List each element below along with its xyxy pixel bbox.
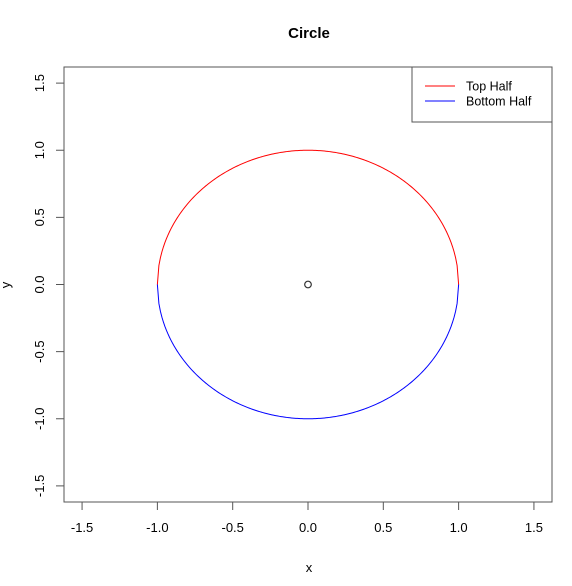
y-tick-label: 1.5 (32, 74, 47, 92)
y-tick-label: 1.0 (32, 141, 47, 159)
x-axis: -1.5 -1.0 -0.5 0.0 0.5 1.0 1.5 (71, 501, 543, 535)
x-tick-label: -1.5 (71, 520, 93, 535)
series-top-half (156, 149, 460, 285)
x-tick-label: 1.5 (525, 520, 543, 535)
legend: Top HalfBottom Half (411, 66, 553, 123)
y-tick-label: -1.0 (32, 408, 47, 430)
y-tick-label: 0.5 (32, 208, 47, 226)
y-tick-label: -0.5 (32, 340, 47, 362)
legend-label: Top Half (466, 80, 512, 94)
y-tick-label: -1.5 (32, 475, 47, 497)
x-tick-label: 1.0 (450, 520, 468, 535)
x-tick-label: -1.0 (146, 520, 168, 535)
point-center (304, 280, 312, 289)
series-layer (156, 149, 460, 420)
points-layer (304, 280, 312, 289)
x-axis-label: x (306, 560, 313, 575)
x-tick-label: 0.0 (299, 520, 317, 535)
y-axis: -1.5 -1.0 -0.5 0.0 0.5 1.0 1.5 (32, 74, 65, 497)
chart-title: Circle (288, 25, 330, 42)
legend-label: Bottom Half (466, 95, 532, 109)
x-tick-label: -0.5 (221, 520, 243, 535)
y-axis-label: y (0, 281, 13, 288)
chart: Circle -1.5 -1.0 -0.5 0.0 0.5 1.0 1.5 -1.5 -1.0… (0, 25, 553, 575)
x-tick-label: 0.5 (374, 520, 392, 535)
series-bottom-half (156, 284, 460, 420)
plot-frame (63, 66, 553, 503)
y-tick-label: 0.0 (32, 275, 47, 293)
